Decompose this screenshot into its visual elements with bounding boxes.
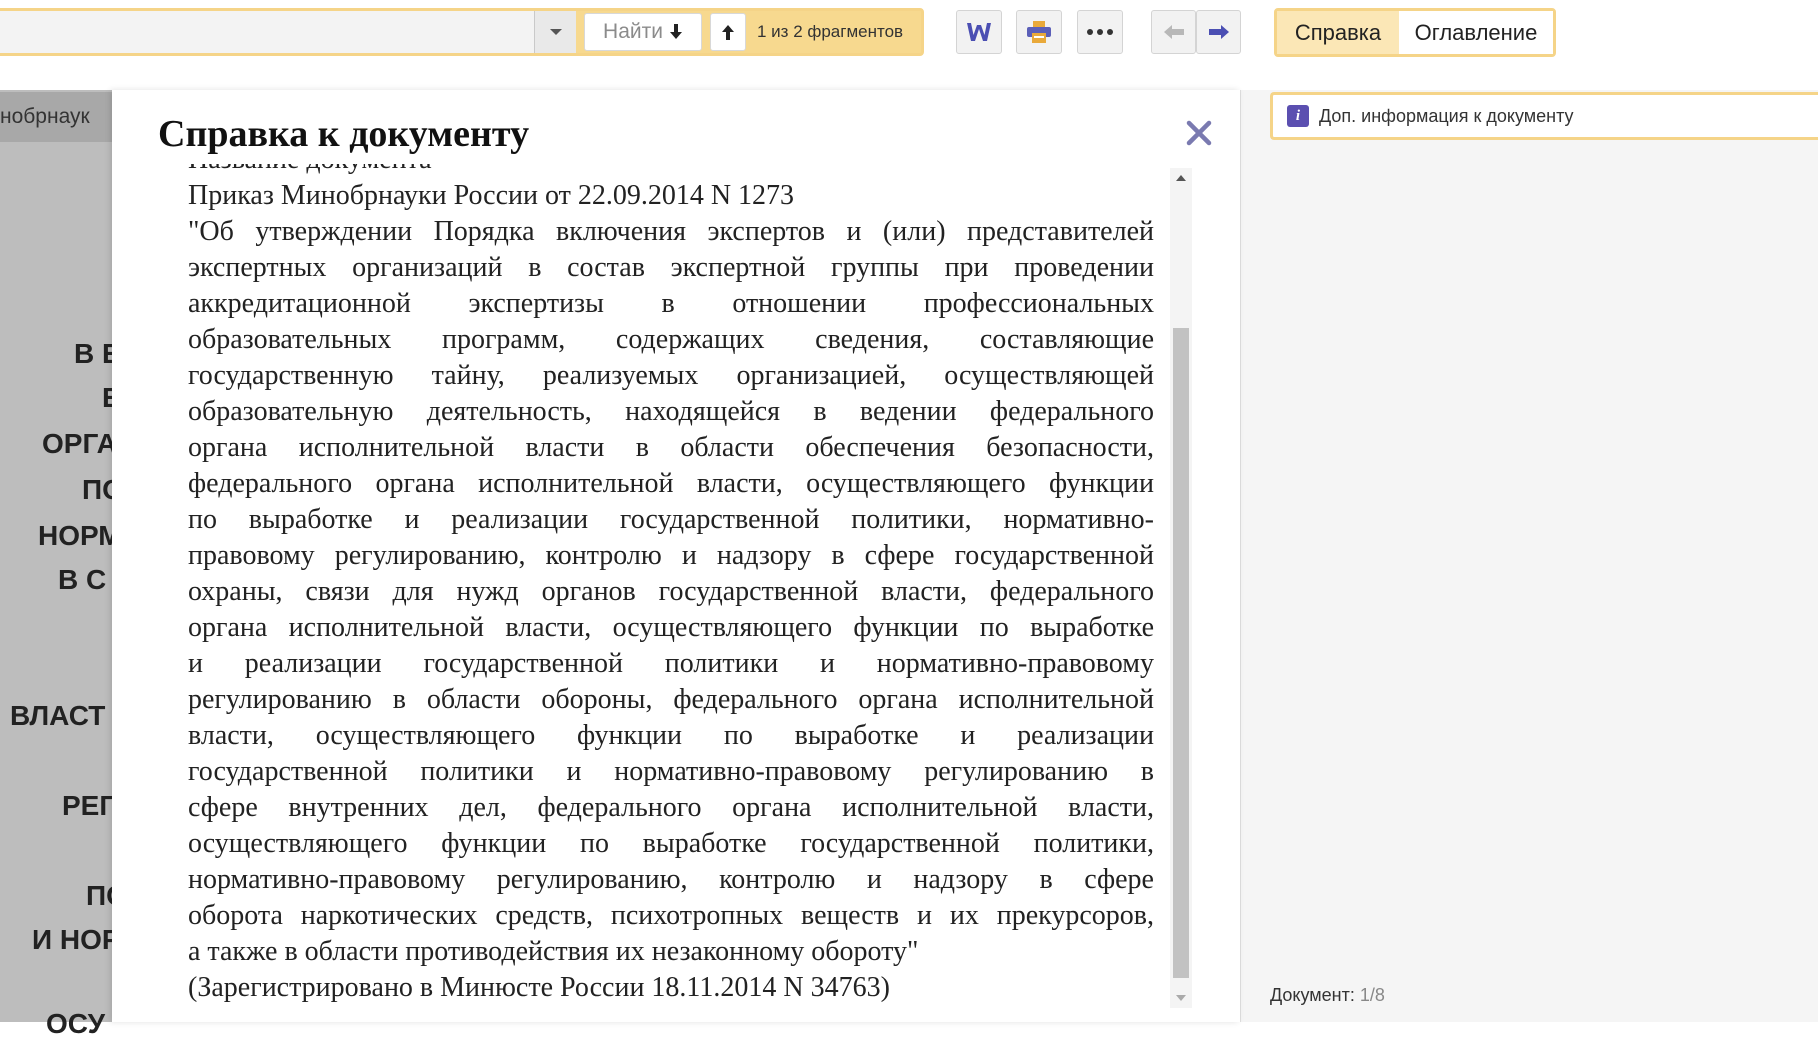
modal-scrollbar[interactable] [1170, 168, 1192, 1008]
document-title-line: по выработке и реализации государственно… [188, 504, 1154, 535]
background-heading-text: ОСУ [46, 1008, 106, 1039]
panel-tabs: Справка Оглавление [1274, 8, 1556, 57]
document-title-line: аккредитационной экспертизы в отношении … [188, 288, 1154, 319]
document-title-line: сфере внутренних дел, федерального орган… [188, 792, 1154, 823]
additional-info-link[interactable]: i Доп. информация к документу [1270, 92, 1818, 140]
arrow-left-icon [1163, 25, 1184, 39]
document-title-line: осуществляющего функции по выработке гос… [188, 828, 1154, 859]
document-title-lines: "Об утверждении Порядка включения экспер… [188, 214, 1154, 934]
more-dots-icon [1087, 29, 1113, 35]
document-title-line: власти, осуществляющего функции по выраб… [188, 720, 1154, 751]
background-heading-text: ОРГА [42, 428, 117, 459]
scroll-down-button[interactable] [1170, 988, 1192, 1008]
scroll-up-arrow-icon [1176, 175, 1186, 181]
document-title-line: государственную тайну, реализуемых орган… [188, 360, 1154, 391]
previous-fragment-button[interactable] [710, 13, 746, 51]
modal-content: Название документа Приказ Минобрнауки Ро… [188, 164, 1158, 1009]
arrow-right-icon [1208, 25, 1229, 39]
find-button-label: Найти [603, 20, 663, 43]
scroll-down-arrow-icon [1176, 995, 1186, 1001]
close-icon [1186, 120, 1212, 146]
print-button[interactable] [1016, 10, 1062, 54]
document-counter-label: Документ: [1270, 985, 1360, 1005]
background-heading-text: ВЛАСТ [10, 700, 106, 731]
document-name: Приказ Минобрнауки России от 22.09.2014 … [188, 180, 795, 211]
document-title-line: охраны, связи для нужд органов государст… [188, 576, 1154, 607]
registration-info: (Зарегистрировано в Минюсте России 18.11… [188, 972, 890, 1003]
document-title-line: "Об утверждении Порядка включения экспер… [188, 216, 1154, 247]
arrow-up-icon [722, 25, 734, 40]
search-input[interactable] [0, 11, 534, 53]
document-title-line: органа исполнительной власти, осуществля… [188, 612, 1154, 643]
search-history-dropdown[interactable] [534, 11, 576, 53]
background-heading-text: В С [58, 564, 107, 595]
document-title-line: образовательную деятельность, находящейс… [188, 396, 1154, 427]
more-options-button[interactable] [1077, 10, 1123, 54]
modal-content-text: Название документа Приказ Минобрнауки Ро… [188, 164, 1154, 1006]
fragment-counter: 1 из 2 фрагментов [757, 22, 904, 41]
background-heading-text: РЕГ [62, 790, 116, 821]
document-title-line: федерального органа исполнительной власт… [188, 468, 1154, 499]
section-heading: Название документа [188, 164, 1154, 178]
printer-icon [1027, 21, 1051, 43]
modal-title: Справка к документу [158, 113, 530, 155]
document-counter: Документ: 1/8 [1270, 985, 1385, 1006]
document-title-line: правовому регулированию, контролю и надз… [188, 540, 1154, 571]
document-title-line: органа исполнительной власти в области о… [188, 432, 1154, 463]
tab-spravka[interactable]: Справка [1277, 11, 1399, 54]
document-tab[interactable]: нобрнаук [0, 92, 112, 142]
background-heading-text: И НОР [32, 924, 121, 955]
document-title-line: образовательных программ, содержащих све… [188, 324, 1154, 355]
document-counter-value: 1/8 [1359, 985, 1385, 1005]
export-word-button[interactable] [956, 10, 1002, 54]
chevron-down-icon [549, 28, 562, 35]
tab-table-of-contents[interactable]: Оглавление [1399, 11, 1553, 54]
document-title-line: и реализации государственной политики и … [188, 648, 1154, 679]
close-button[interactable] [1180, 114, 1218, 152]
back-button[interactable] [1151, 10, 1196, 54]
info-icon: i [1287, 105, 1309, 127]
document-title-line: государственной политики и нормативно-пр… [188, 756, 1154, 787]
document-title-line: нормативно-правовому регулированию, конт… [188, 864, 1154, 895]
document-title-line: регулированию в области обороны, федерал… [188, 684, 1154, 715]
arrow-down-icon [669, 24, 682, 39]
document-title-line: экспертных организаций в состав экспертн… [188, 252, 1154, 283]
scrollbar-thumb[interactable] [1173, 328, 1189, 978]
scroll-up-button[interactable] [1170, 168, 1192, 188]
find-button[interactable]: Найти [584, 13, 702, 51]
document-title-last-line: а также в области противодействия их нез… [188, 936, 919, 967]
word-icon [967, 23, 991, 41]
document-title-line: оборота наркотических средств, психотроп… [188, 900, 1154, 931]
search-bar: Найти 1 из 2 фрагментов [0, 8, 924, 56]
additional-info-label: Доп. информация к документу [1319, 105, 1574, 126]
side-panel [1240, 90, 1818, 1022]
forward-button[interactable] [1196, 10, 1241, 54]
background-heading-text: НОРМ [38, 520, 122, 551]
